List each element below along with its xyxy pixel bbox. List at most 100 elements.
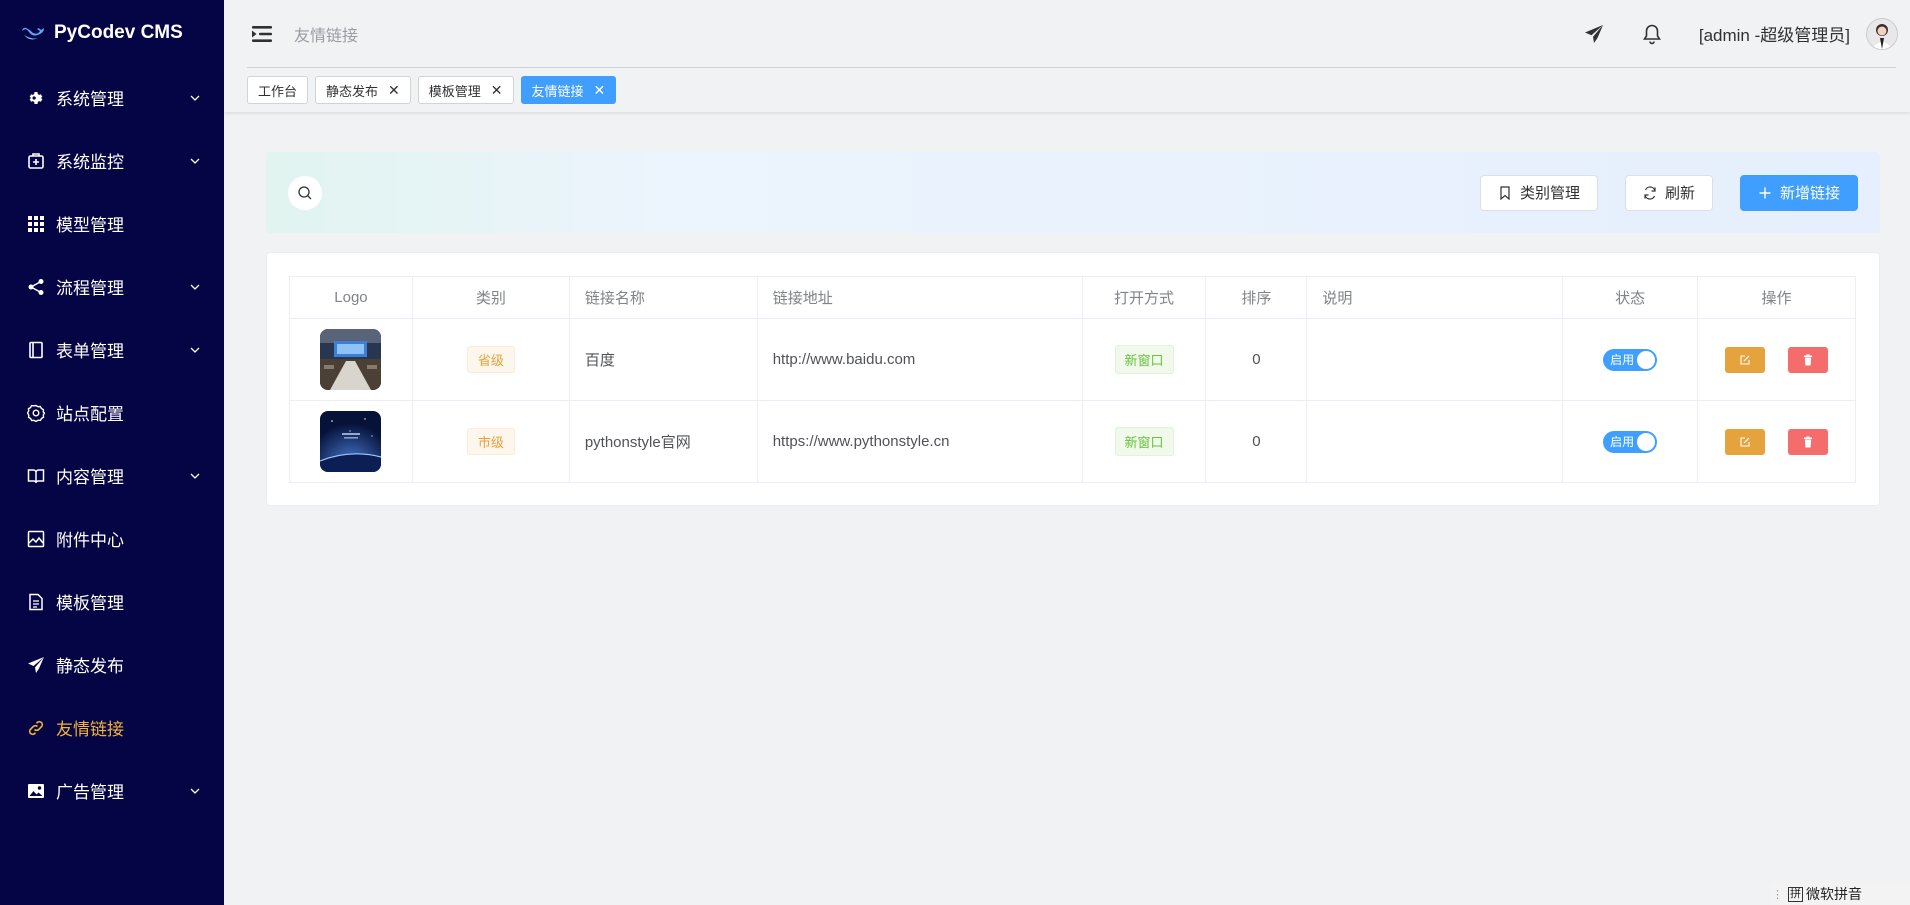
link-logo-image: [320, 329, 382, 390]
edit-button[interactable]: [1725, 428, 1766, 455]
sidebar-item-label: 静态发布: [56, 657, 124, 676]
tab-label: 静态发布: [326, 83, 379, 99]
category-tag: 市级: [466, 428, 515, 455]
category-tag: 省级: [466, 346, 515, 373]
brand[interactable]: PyCodev CMS: [0, 0, 224, 66]
avatar[interactable]: [1866, 17, 1898, 50]
top-header: 友情链接 [admin -超级管理员]: [224, 0, 1910, 67]
logo-cell: [289, 318, 413, 401]
refresh-label: 刷新: [1664, 185, 1695, 202]
toggle-knob: [1637, 350, 1656, 369]
search-icon: [298, 185, 312, 199]
open-mode-cell: 新窗口: [1081, 400, 1207, 483]
tab-workbench[interactable]: 工作台: [247, 76, 309, 104]
table-row: 市级 pythonstyle官网 https://www.pythonstyle…: [289, 400, 1856, 483]
logo-cell: [289, 400, 413, 483]
chevron-down-icon: [190, 158, 200, 164]
bell-icon[interactable]: [1641, 23, 1663, 45]
tab-label: 友情链接: [531, 83, 584, 99]
refresh-button[interactable]: 刷新: [1624, 174, 1713, 211]
sidebar-item-ads[interactable]: 广告管理: [0, 759, 224, 822]
delete-button[interactable]: [1787, 346, 1828, 373]
menu-fold-icon[interactable]: [250, 22, 274, 46]
drag-handle-icon[interactable]: ⋮: [1772, 888, 1783, 901]
tab-label: 工作台: [258, 83, 298, 99]
ime-label: 微软拼音: [1806, 886, 1862, 902]
column-header-status: 状态: [1562, 276, 1699, 319]
link-icon: [26, 718, 46, 738]
sidebar-item-templates[interactable]: 模板管理: [0, 570, 224, 633]
form-book-icon: [26, 340, 46, 360]
sidebar-item-model[interactable]: 模型管理: [0, 192, 224, 255]
links-table: Logo 类别 链接名称 链接地址 打开方式 排序 说明 状态 操作 省级 百度…: [289, 276, 1856, 483]
category-manage-label: 类别管理: [1519, 185, 1580, 202]
close-icon[interactable]: ✕: [491, 82, 503, 99]
status-toggle[interactable]: 启用: [1603, 348, 1658, 371]
grid-icon: [26, 214, 46, 234]
column-header-open-mode: 打开方式: [1081, 276, 1207, 319]
chevron-down-icon: [190, 473, 200, 479]
table-header-row: Logo 类别 链接名称 链接地址 打开方式 排序 说明 状态 操作: [289, 276, 1856, 319]
chevron-down-icon: [190, 347, 200, 353]
column-header-logo: Logo: [289, 276, 413, 319]
sidebar-item-static-publish[interactable]: 静态发布: [0, 633, 224, 696]
link-logo-image: [320, 411, 382, 472]
tab-templates[interactable]: 模板管理 ✕: [417, 76, 514, 104]
sidebar-item-form[interactable]: 表单管理: [0, 318, 224, 381]
delete-button[interactable]: [1787, 428, 1828, 455]
brand-name: PyCodev CMS: [54, 22, 183, 43]
tab-static-publish[interactable]: 静态发布 ✕: [315, 76, 411, 104]
open-mode-tag: 新窗口: [1114, 427, 1174, 456]
whale-logo-icon: [22, 27, 44, 40]
links-table-card: Logo 类别 链接名称 链接地址 打开方式 排序 说明 状态 操作 省级 百度…: [266, 252, 1880, 506]
close-icon[interactable]: ✕: [388, 82, 400, 99]
sidebar-item-label: 系统监控: [56, 153, 124, 172]
sidebar-item-workflow[interactable]: 流程管理: [0, 255, 224, 318]
tab-label: 模板管理: [428, 83, 481, 99]
search-button[interactable]: [288, 175, 322, 210]
close-icon[interactable]: ✕: [594, 82, 606, 99]
header-actions: [admin -超级管理员]: [1583, 17, 1910, 50]
sort-cell: 0: [1205, 318, 1308, 401]
refresh-icon: [1644, 185, 1656, 200]
share-icon: [26, 277, 46, 297]
open-mode-cell: 新窗口: [1081, 318, 1207, 401]
description-cell: [1306, 318, 1564, 401]
category-manage-button[interactable]: 类别管理: [1479, 174, 1598, 211]
name-cell: 百度: [568, 318, 758, 401]
url-cell: https://www.pythonstyle.cn: [756, 400, 1083, 483]
column-header-category: 类别: [411, 276, 570, 319]
column-header-actions: 操作: [1697, 276, 1856, 319]
status-cell: 启用: [1562, 318, 1699, 401]
status-toggle[interactable]: 启用: [1603, 430, 1658, 453]
sidebar-item-site-config[interactable]: 站点配置: [0, 381, 224, 444]
sidebar-item-attachments[interactable]: 附件中心: [0, 507, 224, 570]
category-cell: 市级: [411, 400, 570, 483]
ime-indicator[interactable]: ⋮ 拼 微软拼音: [1770, 883, 1910, 905]
edit-button[interactable]: [1725, 346, 1766, 373]
sidebar-item-label: 站点配置: [56, 405, 124, 424]
sort-cell: 0: [1205, 400, 1308, 483]
column-header-sort: 排序: [1205, 276, 1308, 319]
sidebar-item-friend-links[interactable]: 友情链接: [0, 696, 224, 759]
status-cell: 启用: [1562, 400, 1699, 483]
sidebar-item-content[interactable]: 内容管理: [0, 444, 224, 507]
toggle-knob: [1637, 432, 1656, 451]
user-name[interactable]: [admin -超级管理员]: [1699, 21, 1850, 46]
add-link-button[interactable]: 新增链接: [1739, 174, 1858, 211]
sidebar-item-monitor[interactable]: 系统监控: [0, 129, 224, 192]
send-icon[interactable]: [1583, 23, 1605, 45]
tab-friend-links[interactable]: 友情链接 ✕: [520, 76, 617, 104]
status-toggle-label: 启用: [1610, 435, 1635, 449]
table-row: 省级 百度 http://www.baidu.com 新窗口 0 启用: [289, 318, 1856, 401]
chevron-down-icon: [190, 788, 200, 794]
column-header-url: 链接地址: [756, 276, 1083, 319]
sidebar-item-label: 附件中心: [56, 531, 124, 550]
image-icon: [26, 781, 46, 801]
sidebar-item-system[interactable]: 系统管理: [0, 66, 224, 129]
column-header-description: 说明: [1306, 276, 1564, 319]
gear-icon: [26, 88, 46, 108]
sidebar-item-label: 内容管理: [56, 468, 124, 487]
ime-mode: 拼: [1788, 886, 1803, 902]
bookmark-icon: [1500, 185, 1510, 200]
